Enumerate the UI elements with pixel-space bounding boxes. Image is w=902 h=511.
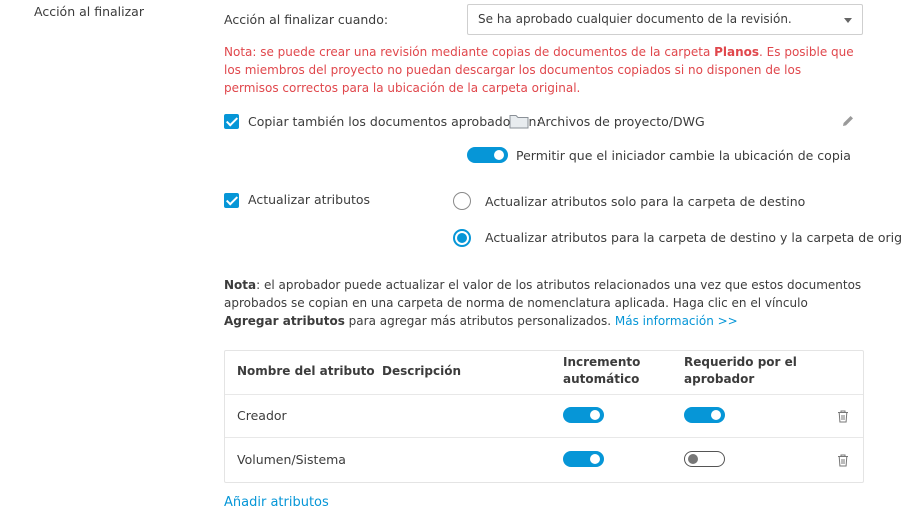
table-header: Nombre del atributo Descripción Incremen… [225, 351, 863, 395]
attributes-note: Nota: el aprobador puede actualizar el v… [224, 276, 864, 330]
update-attributes-checkbox[interactable] [224, 193, 239, 208]
allow-change-location-label: Permitir que el iniciador cambie la ubic… [516, 148, 851, 163]
required-toggle[interactable] [684, 451, 725, 467]
copy-approved-label: Copiar también los documentos aprobados … [248, 114, 541, 129]
add-attributes-link[interactable]: Añadir atributos [224, 495, 329, 510]
header-required: Requerido por el aprobador [684, 354, 797, 388]
radio-dest-only[interactable] [453, 192, 471, 210]
auto-increment-toggle[interactable] [563, 451, 604, 467]
attribute-name: Creador [237, 408, 287, 423]
copy-approved-checkbox[interactable] [224, 114, 239, 129]
note-text: : el aprobador puede actualizar el valor… [224, 278, 862, 310]
warning-folder-name: Planos [714, 45, 760, 59]
warning-note: Nota: se puede crear una revisión median… [224, 43, 854, 97]
header-auto-increment-line1: Incremento [563, 355, 641, 369]
note-prefix: Nota [224, 278, 257, 292]
note-text-end: para agregar más atributos personalizado… [344, 314, 615, 328]
trigger-label: Acción al finalizar cuando: [224, 12, 389, 27]
pencil-icon[interactable] [841, 114, 855, 128]
folder-icon [509, 115, 529, 129]
table-row: Creador [225, 394, 863, 438]
section-label: Acción al finalizar [34, 4, 144, 19]
trash-icon[interactable] [837, 410, 849, 423]
more-info-link[interactable]: Más información >> [615, 314, 738, 328]
update-attributes-label: Actualizar atributos [248, 192, 371, 207]
copy-folder-path: Archivos de proyecto/DWG [537, 114, 705, 129]
table-row: Volumen/Sistema [225, 437, 863, 481]
required-toggle[interactable] [684, 407, 725, 423]
radio-dest-and-origin-label: Actualizar atributos para la carpeta de … [485, 230, 902, 245]
attributes-table: Nombre del atributo Descripción Incremen… [224, 350, 864, 483]
allow-change-location-toggle[interactable] [467, 147, 508, 163]
header-auto-increment-line2: automático [563, 372, 640, 386]
radio-dest-and-origin[interactable] [453, 229, 471, 247]
header-attribute-name: Nombre del atributo [237, 364, 375, 378]
trigger-select-value: Se ha aprobado cualquier documento de la… [478, 12, 792, 26]
header-auto-increment: Incremento automático [563, 354, 640, 388]
trigger-select[interactable]: Se ha aprobado cualquier documento de la… [467, 4, 863, 35]
warning-text: Nota: se puede crear una revisión median… [224, 45, 715, 59]
auto-increment-toggle[interactable] [563, 407, 604, 423]
trash-icon[interactable] [837, 454, 849, 467]
header-required-line2: aprobador [684, 372, 755, 386]
chevron-down-icon [844, 18, 852, 23]
header-required-line1: Requerido por el [684, 355, 797, 369]
radio-dest-only-label: Actualizar atributos solo para la carpet… [485, 194, 806, 209]
attribute-name: Volumen/Sistema [237, 452, 346, 467]
header-description: Descripción [382, 364, 461, 378]
note-add-attributes-ref: Agregar atributos [224, 314, 345, 328]
